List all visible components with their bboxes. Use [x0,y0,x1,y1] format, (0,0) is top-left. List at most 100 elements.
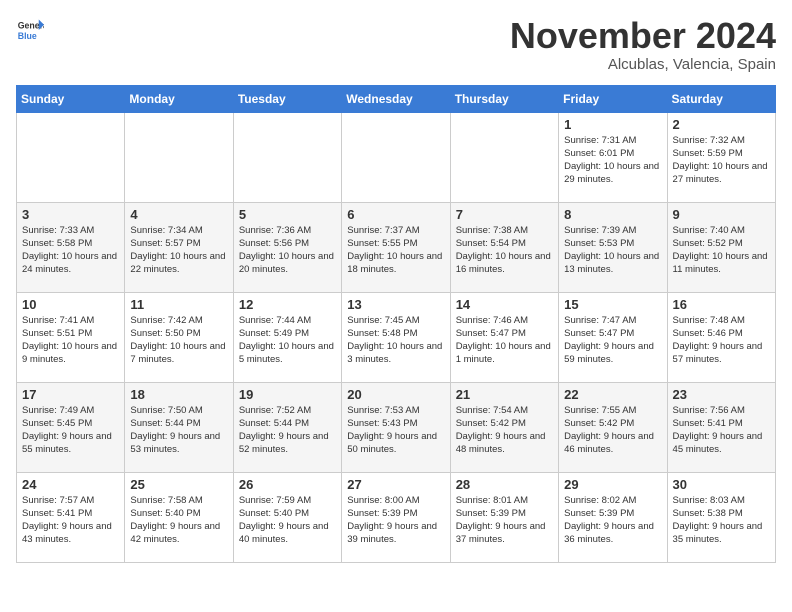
cell-info: Sunrise: 7:49 AM Sunset: 5:45 PM Dayligh… [22,404,119,457]
cell-info: Sunrise: 7:38 AM Sunset: 5:54 PM Dayligh… [456,224,553,277]
calendar-cell: 12 Sunrise: 7:44 AM Sunset: 5:49 PM Dayli… [233,292,341,382]
calendar-cell: 10Sunrise: 7:41 AM Sunset: 5:51 PM Dayli… [17,292,125,382]
cell-info: Sunrise: 7:42 AM Sunset: 5:50 PM Dayligh… [130,314,227,367]
day-number: 3 [22,207,119,222]
day-number: 29 [564,477,661,492]
calendar-cell: 21Sunrise: 7:54 AM Sunset: 5:42 PM Dayli… [450,382,558,472]
day-number: 22 [564,387,661,402]
svg-text:Blue: Blue [18,31,37,41]
calendar-cell [233,112,341,202]
calendar-cell [125,112,233,202]
cell-info: Sunrise: 7:47 AM Sunset: 5:47 PM Dayligh… [564,314,661,367]
weekday-header-sunday: Sunday [17,85,125,112]
cell-info: Sunrise: 7:50 AM Sunset: 5:44 PM Dayligh… [130,404,227,457]
calendar-cell: 22 Sunrise: 7:55 AM Sunset: 5:42 PM Dayli… [559,382,667,472]
calendar-cell: 17 Sunrise: 7:49 AM Sunset: 5:45 PM Dayli… [17,382,125,472]
day-number: 1 [564,117,661,132]
calendar-cell: 8 Sunrise: 7:39 AM Sunset: 5:53 PM Daylig… [559,202,667,292]
cell-info: Sunrise: 7:46 AM Sunset: 5:47 PM Dayligh… [456,314,553,367]
day-number: 2 [673,117,770,132]
day-number: 4 [130,207,227,222]
cell-info: Sunrise: 8:00 AM Sunset: 5:39 PM Dayligh… [347,494,444,547]
cell-info: Sunrise: 7:45 AM Sunset: 5:48 PM Dayligh… [347,314,444,367]
calendar-cell: 30 Sunrise: 8:03 AM Sunset: 5:38 PM Dayli… [667,472,775,562]
calendar-cell: 3 Sunrise: 7:33 AM Sunset: 5:58 PM Daylig… [17,202,125,292]
day-number: 23 [673,387,770,402]
calendar-table: SundayMondayTuesdayWednesdayThursdayFrid… [16,85,776,563]
cell-info: Sunrise: 8:03 AM Sunset: 5:38 PM Dayligh… [673,494,770,547]
weekday-header-monday: Monday [125,85,233,112]
calendar-cell: 24Sunrise: 7:57 AM Sunset: 5:41 PM Dayli… [17,472,125,562]
day-number: 18 [130,387,227,402]
calendar-cell: 27 Sunrise: 8:00 AM Sunset: 5:39 PM Dayli… [342,472,450,562]
calendar-cell: 26 Sunrise: 7:59 AM Sunset: 5:40 PM Dayli… [233,472,341,562]
day-number: 14 [456,297,553,312]
calendar-week-5: 24Sunrise: 7:57 AM Sunset: 5:41 PM Dayli… [17,472,776,562]
calendar-cell: 5Sunrise: 7:36 AM Sunset: 5:56 PM Daylig… [233,202,341,292]
day-number: 7 [456,207,553,222]
day-number: 24 [22,477,119,492]
calendar-cell: 1 Sunrise: 7:31 AM Sunset: 6:01 PM Daylig… [559,112,667,202]
cell-info: Sunrise: 7:55 AM Sunset: 5:42 PM Dayligh… [564,404,661,457]
day-number: 19 [239,387,336,402]
calendar-cell: 25Sunrise: 7:58 AM Sunset: 5:40 PM Dayli… [125,472,233,562]
cell-info: Sunrise: 8:02 AM Sunset: 5:39 PM Dayligh… [564,494,661,547]
cell-info: Sunrise: 7:52 AM Sunset: 5:44 PM Dayligh… [239,404,336,457]
weekday-header-wednesday: Wednesday [342,85,450,112]
calendar-cell: 6Sunrise: 7:37 AM Sunset: 5:55 PM Daylig… [342,202,450,292]
cell-info: Sunrise: 7:59 AM Sunset: 5:40 PM Dayligh… [239,494,336,547]
cell-info: Sunrise: 7:36 AM Sunset: 5:56 PM Dayligh… [239,224,336,277]
cell-info: Sunrise: 7:56 AM Sunset: 5:41 PM Dayligh… [673,404,770,457]
calendar-cell: 4Sunrise: 7:34 AM Sunset: 5:57 PM Daylig… [125,202,233,292]
calendar-cell: 13 Sunrise: 7:45 AM Sunset: 5:48 PM Dayli… [342,292,450,382]
day-number: 11 [130,297,227,312]
calendar-cell: 19 Sunrise: 7:52 AM Sunset: 5:44 PM Dayli… [233,382,341,472]
title-area: November 2024 Alcublas, Valencia, Spain [510,16,776,73]
day-number: 12 [239,297,336,312]
cell-info: Sunrise: 7:41 AM Sunset: 5:51 PM Dayligh… [22,314,119,367]
day-number: 21 [456,387,553,402]
calendar-cell: 20 Sunrise: 7:53 AM Sunset: 5:43 PM Dayli… [342,382,450,472]
cell-info: Sunrise: 7:48 AM Sunset: 5:46 PM Dayligh… [673,314,770,367]
cell-info: Sunrise: 7:44 AM Sunset: 5:49 PM Dayligh… [239,314,336,367]
month-title: November 2024 [510,16,776,56]
cell-info: Sunrise: 7:32 AM Sunset: 5:59 PM Dayligh… [673,134,770,187]
calendar-cell: 14 Sunrise: 7:46 AM Sunset: 5:47 PM Dayli… [450,292,558,382]
weekday-header-saturday: Saturday [667,85,775,112]
day-number: 8 [564,207,661,222]
day-number: 13 [347,297,444,312]
calendar-cell: 23 Sunrise: 7:56 AM Sunset: 5:41 PM Dayli… [667,382,775,472]
day-number: 9 [673,207,770,222]
calendar-week-3: 10Sunrise: 7:41 AM Sunset: 5:51 PM Dayli… [17,292,776,382]
cell-info: Sunrise: 7:39 AM Sunset: 5:53 PM Dayligh… [564,224,661,277]
weekday-header-friday: Friday [559,85,667,112]
cell-info: Sunrise: 7:40 AM Sunset: 5:52 PM Dayligh… [673,224,770,277]
day-number: 6 [347,207,444,222]
calendar-cell: 7 Sunrise: 7:38 AM Sunset: 5:54 PM Daylig… [450,202,558,292]
weekday-header-tuesday: Tuesday [233,85,341,112]
calendar-week-1: 1 Sunrise: 7:31 AM Sunset: 6:01 PM Daylig… [17,112,776,202]
day-number: 17 [22,387,119,402]
logo-icon: General Blue [16,16,44,44]
cell-info: Sunrise: 7:58 AM Sunset: 5:40 PM Dayligh… [130,494,227,547]
day-number: 28 [456,477,553,492]
calendar-cell: 29 Sunrise: 8:02 AM Sunset: 5:39 PM Dayli… [559,472,667,562]
day-number: 20 [347,387,444,402]
calendar-cell: 18 Sunrise: 7:50 AM Sunset: 5:44 PM Dayli… [125,382,233,472]
weekday-header-row: SundayMondayTuesdayWednesdayThursdayFrid… [17,85,776,112]
day-number: 27 [347,477,444,492]
location-subtitle: Alcublas, Valencia, Spain [510,56,776,73]
calendar-cell: 28 Sunrise: 8:01 AM Sunset: 5:39 PM Dayli… [450,472,558,562]
calendar-cell: 9 Sunrise: 7:40 AM Sunset: 5:52 PM Daylig… [667,202,775,292]
calendar-cell [450,112,558,202]
weekday-header-thursday: Thursday [450,85,558,112]
cell-info: Sunrise: 7:53 AM Sunset: 5:43 PM Dayligh… [347,404,444,457]
cell-info: Sunrise: 7:31 AM Sunset: 6:01 PM Dayligh… [564,134,661,187]
cell-info: Sunrise: 8:01 AM Sunset: 5:39 PM Dayligh… [456,494,553,547]
day-number: 30 [673,477,770,492]
day-number: 26 [239,477,336,492]
calendar-cell: 16Sunrise: 7:48 AM Sunset: 5:46 PM Dayli… [667,292,775,382]
logo: General Blue [16,16,44,44]
header: General Blue November 2024 Alcublas, Val… [16,16,776,73]
cell-info: Sunrise: 7:33 AM Sunset: 5:58 PM Dayligh… [22,224,119,277]
